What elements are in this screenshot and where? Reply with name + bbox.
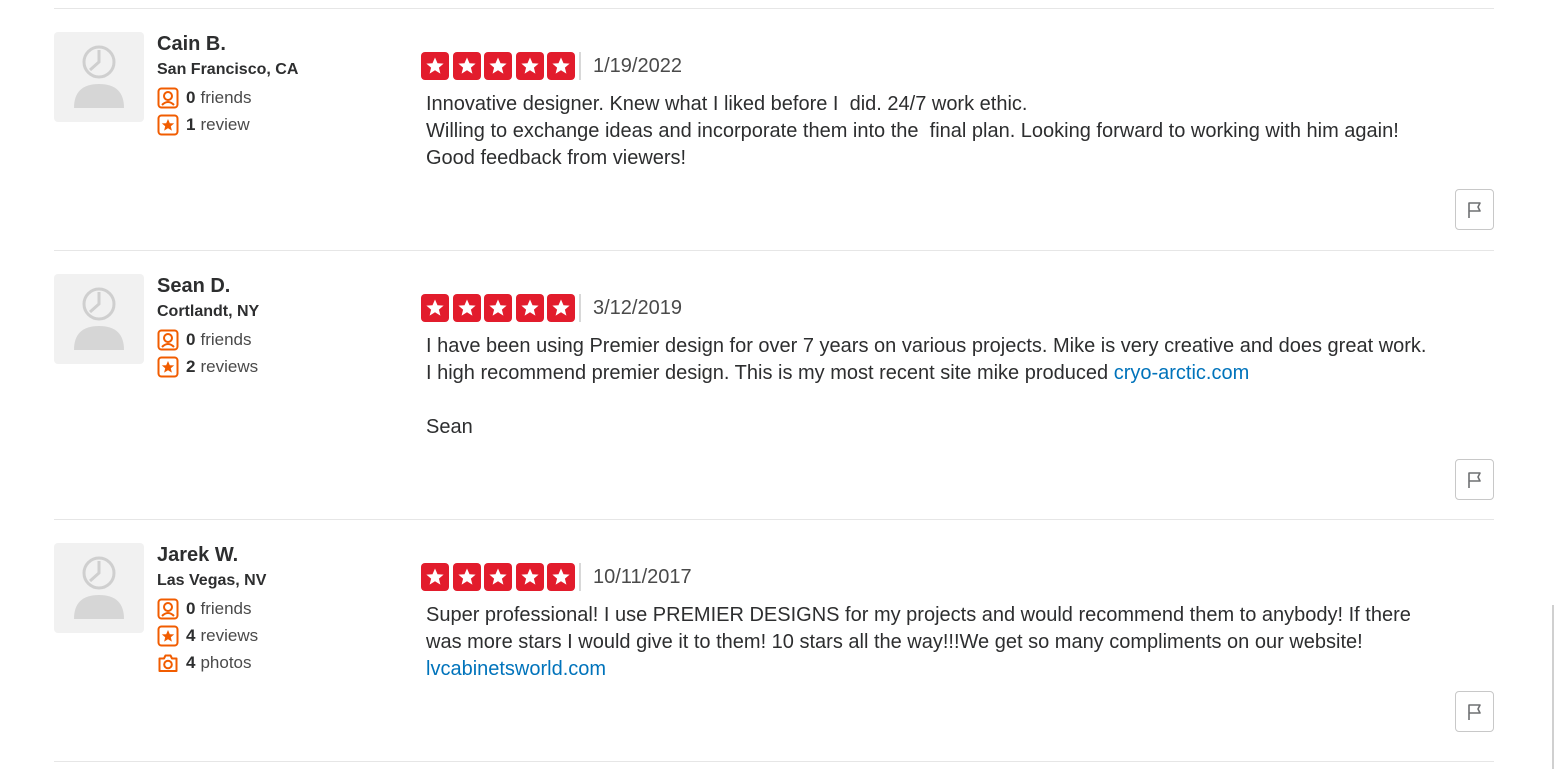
star-icon bbox=[484, 294, 512, 322]
user-location: Las Vegas, NV bbox=[157, 572, 267, 589]
flag-button[interactable] bbox=[1455, 691, 1494, 732]
photos-count: 4 bbox=[186, 652, 196, 672]
friends-icon bbox=[157, 87, 179, 108]
review-star-icon bbox=[157, 114, 179, 135]
photos-label: photos bbox=[200, 652, 252, 672]
friends-stat: 0 friends bbox=[157, 595, 266, 622]
review-text-line-with-link: I high recommend premier design. This is… bbox=[426, 360, 1494, 387]
reviews-label: reviews bbox=[200, 356, 259, 376]
reviews-label: review bbox=[200, 114, 250, 134]
review-text: Super professional! I use PREMIER DESIGN… bbox=[426, 602, 1494, 683]
reviews-count: 1 bbox=[186, 114, 196, 134]
default-avatar-icon bbox=[74, 287, 124, 350]
review-item: Sean D. Cortlandt, NY 0 friends 2 review… bbox=[54, 251, 1494, 519]
user-avatar[interactable] bbox=[54, 32, 144, 122]
friends-label: friends bbox=[200, 598, 252, 618]
review-signoff: Sean bbox=[426, 416, 473, 438]
divider bbox=[54, 761, 1494, 762]
user-avatar[interactable] bbox=[54, 274, 144, 364]
friends-stat: 0 friends bbox=[157, 84, 298, 111]
user-info: Jarek W. Las Vegas, NV 0 friends 4 revie… bbox=[157, 543, 266, 676]
star-icon bbox=[452, 294, 481, 322]
friends-icon bbox=[157, 329, 179, 350]
star-icon bbox=[421, 563, 449, 591]
flag-icon bbox=[1467, 201, 1481, 218]
star-icon bbox=[547, 294, 575, 322]
review-date: 3/12/2019 bbox=[593, 296, 682, 319]
star-icon bbox=[421, 52, 449, 80]
user-name[interactable]: Sean D. bbox=[157, 273, 259, 299]
review-star-icon bbox=[157, 625, 179, 646]
flag-button[interactable] bbox=[1455, 189, 1494, 230]
reviews-count: 2 bbox=[186, 356, 196, 376]
friends-icon bbox=[157, 598, 179, 619]
friends-count: 0 bbox=[186, 329, 196, 349]
star-rating bbox=[421, 563, 581, 591]
star-icon bbox=[421, 294, 449, 322]
user-location: San Francisco, CA bbox=[157, 61, 299, 78]
friends-count: 0 bbox=[186, 598, 196, 618]
flag-button[interactable] bbox=[1455, 459, 1494, 500]
reviews-stat: 1 review bbox=[157, 111, 298, 138]
user-info: Cain B. San Francisco, CA 0 friends 1 re… bbox=[157, 32, 298, 138]
friends-label: friends bbox=[200, 329, 252, 349]
review-text: I have been using Premier design for ove… bbox=[426, 333, 1494, 441]
review-item: Jarek W. Las Vegas, NV 0 friends 4 revie… bbox=[54, 520, 1494, 761]
review-link[interactable]: lvcabinetsworld.com bbox=[426, 658, 606, 680]
star-icon bbox=[452, 52, 481, 80]
friends-stat: 0 friends bbox=[157, 326, 259, 353]
camera-icon bbox=[158, 654, 178, 672]
review-star-icon bbox=[157, 356, 179, 377]
review-text-line: was more stars I would give it to them! … bbox=[426, 631, 1363, 653]
star-icon bbox=[515, 52, 544, 80]
reviews-count: 4 bbox=[186, 625, 196, 645]
user-name[interactable]: Jarek W. bbox=[157, 542, 266, 568]
user-location: Cortlandt, NY bbox=[157, 303, 260, 320]
reviews-stat: 4 reviews bbox=[157, 622, 266, 649]
default-avatar-icon bbox=[74, 556, 124, 619]
rating-row: 10/11/2017 bbox=[421, 562, 692, 592]
review-link[interactable]: cryo-arctic.com bbox=[1114, 362, 1250, 384]
flag-icon bbox=[1467, 703, 1481, 720]
rating-row: 1/19/2022 bbox=[421, 51, 682, 81]
reviews-label: reviews bbox=[200, 625, 259, 645]
default-avatar-icon bbox=[74, 45, 124, 108]
star-icon bbox=[484, 563, 512, 591]
star-icon bbox=[515, 563, 544, 591]
user-info: Sean D. Cortlandt, NY 0 friends 2 review… bbox=[157, 274, 259, 380]
star-icon bbox=[452, 563, 481, 591]
review-text-line: Innovative designer. Knew what I liked b… bbox=[426, 93, 1028, 115]
reviews-stat: 2 reviews bbox=[157, 353, 259, 380]
user-name[interactable]: Cain B. bbox=[157, 31, 298, 57]
review-date: 10/11/2017 bbox=[593, 565, 692, 588]
review-text: Innovative designer. Knew what I liked b… bbox=[426, 91, 1494, 172]
friends-label: friends bbox=[200, 87, 252, 107]
review-item: Cain B. San Francisco, CA 0 friends 1 re… bbox=[54, 9, 1494, 250]
star-icon bbox=[484, 52, 512, 80]
review-date: 1/19/2022 bbox=[593, 54, 682, 77]
review-text-line: Good feedback from viewers! bbox=[426, 147, 687, 169]
star-icon bbox=[547, 563, 575, 591]
review-text-line: I have been using Premier design for ove… bbox=[426, 335, 1427, 357]
flag-icon bbox=[1467, 471, 1481, 488]
reviews-list: Cain B. San Francisco, CA 0 friends 1 re… bbox=[54, 0, 1494, 762]
review-text-line: Super professional! I use PREMIER DESIGN… bbox=[426, 604, 1411, 626]
user-avatar[interactable] bbox=[54, 543, 144, 633]
review-text-segment: I high recommend premier design. This is… bbox=[426, 362, 1114, 384]
rating-row: 3/12/2019 bbox=[421, 293, 682, 323]
star-rating bbox=[421, 294, 581, 322]
star-rating bbox=[421, 52, 581, 80]
star-icon bbox=[547, 52, 575, 80]
review-link-line: lvcabinetsworld.com bbox=[426, 656, 1494, 683]
review-text-line: Willing to exchange ideas and incorporat… bbox=[426, 120, 1399, 142]
star-icon bbox=[515, 294, 544, 322]
friends-count: 0 bbox=[186, 87, 196, 107]
photos-stat: 4 photos bbox=[157, 649, 266, 676]
